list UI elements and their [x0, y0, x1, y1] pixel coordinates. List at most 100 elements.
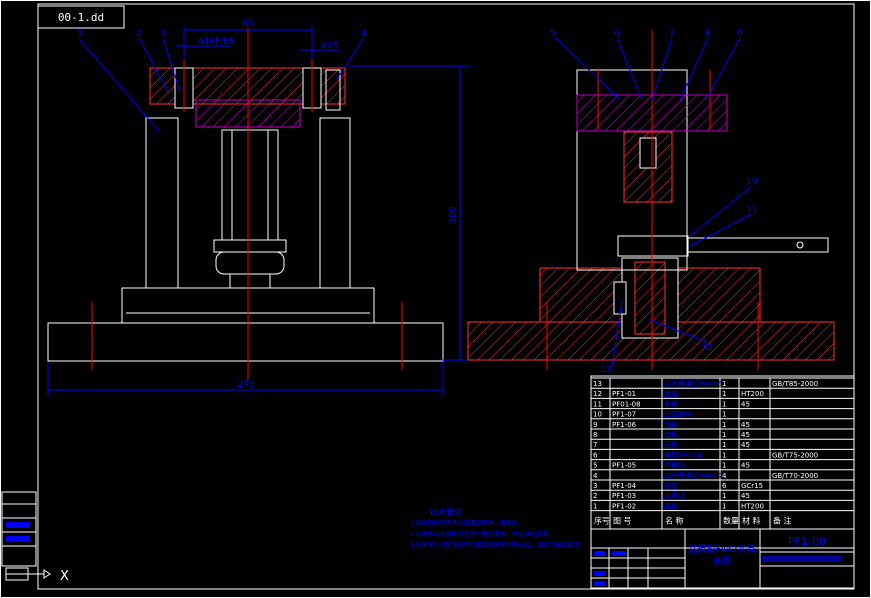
- dim-height: 300: [449, 206, 459, 223]
- bom-cell-name: 压板: [664, 440, 678, 449]
- balloon-13: 13: [600, 365, 611, 375]
- bom-cell-no: 3: [593, 482, 597, 490]
- balloon-6: 6: [614, 29, 620, 39]
- bom-header-no: 序号: [594, 516, 610, 526]
- bom-header-material: 材 料: [742, 516, 761, 526]
- bom-header-name: 名 称: [665, 516, 684, 526]
- balloon-10: 10: [746, 177, 758, 187]
- spindle: [221, 129, 279, 241]
- tech-notes-heading: 技术要求: [430, 507, 462, 517]
- bom-cell-code: PF1-05: [612, 462, 636, 470]
- dim-base-width: 270: [237, 380, 254, 390]
- bom-cell-material: 45: [741, 492, 750, 500]
- bom-cell-code: PF01-08: [612, 400, 641, 408]
- bom-cell-qty: 1: [722, 421, 726, 429]
- handle: [687, 237, 829, 253]
- bom-cell-name: 压紧螺母: [664, 410, 692, 419]
- bom-cell-code: PF1-03: [612, 492, 636, 500]
- bom-cell-qty: 1: [722, 502, 726, 510]
- bom-cell-qty: 6: [722, 482, 727, 490]
- balloon-5: 5: [550, 29, 556, 39]
- bom-cell-material: 45: [741, 441, 750, 449]
- bom-cell-material: 45: [741, 421, 750, 429]
- bom-cell-material: 45: [741, 462, 750, 470]
- bom-cell-qty: 1: [722, 411, 726, 419]
- right-column: [319, 117, 351, 289]
- tech-note-1: 1 装配前所有零件均需清洗干净，去毛刺。: [410, 519, 524, 527]
- balloon-8: 8: [705, 29, 711, 39]
- balloon-3: 3: [160, 29, 166, 39]
- balloon-7: 7: [669, 29, 675, 39]
- bom-cell-qty: 1: [722, 390, 726, 398]
- bom-header-note: 备 注: [773, 516, 792, 526]
- side-view-section: [467, 30, 835, 370]
- bom-cell-no: 1: [593, 502, 597, 510]
- bom-cell-name: 内六角螺钉M6x22: [664, 471, 723, 480]
- bom-cell-note: GB/T85-2000: [772, 380, 818, 388]
- bom-cell-name: 底座: [664, 389, 678, 398]
- bom-cell-qty: 1: [722, 451, 726, 459]
- balloon-12: 12: [701, 343, 712, 353]
- balloon-2: 2: [136, 29, 142, 39]
- bom-cell-no: 12: [593, 390, 602, 398]
- balloon-11: 11: [746, 205, 757, 215]
- bom-cell-no: 7: [593, 441, 597, 449]
- bom-cell-qty: 1: [722, 462, 726, 470]
- balloon-9: 9: [737, 29, 743, 39]
- cad-drawing-canvas[interactable]: { "title_tab": "00-1.dd", "dims": { "top…: [0, 0, 871, 598]
- bom-cell-qty: 4: [722, 472, 727, 480]
- bom-cell-qty: 1: [722, 380, 726, 388]
- tech-note-2: 2 钻模板与底座配合处涂少量润滑油，保证活动灵活。: [410, 530, 554, 538]
- bom-cell-qty: 1: [722, 400, 726, 408]
- front-view: [47, 26, 470, 395]
- bom-cell-name: 手柄: [664, 399, 678, 408]
- bom-cell-material: 45: [741, 431, 750, 439]
- bom-cell-code: PF1-06: [612, 421, 637, 429]
- bom-header-code: 图 号: [613, 517, 632, 526]
- bom-cell-qty: 1: [722, 441, 726, 449]
- title-tab-text: 00-1.dd: [58, 11, 104, 24]
- bom-cell-no: 8: [593, 431, 597, 439]
- tech-note-3: 3 钻套中心与定位销中心距离误差不大于0.02，保证同轴度要求。: [410, 541, 585, 549]
- ucs-icon: [5, 567, 51, 581]
- drawing-number: PF1-00: [788, 535, 826, 548]
- dim-small-dia: ø20: [322, 41, 339, 51]
- bom-cell-code: PF1-02: [612, 502, 636, 510]
- bom-cell-material: GCr15: [741, 482, 763, 490]
- bom-cell-no: 13: [593, 380, 602, 388]
- drawing-subtitle: 总图: [713, 555, 731, 567]
- dim-bore: ø16F/k6: [198, 37, 234, 47]
- ucs-x-label: X: [60, 569, 69, 584]
- bom-cell-code: PF1-01: [612, 390, 636, 398]
- bom-cell-name: 垫板: [664, 430, 678, 439]
- bom-cell-code: PF1-04: [612, 482, 637, 490]
- bom-cell-note: GB/T75-2000: [772, 451, 818, 459]
- bom-cell-no: 11: [593, 400, 602, 408]
- bom-cell-material: HT200: [741, 390, 764, 398]
- bom-cell-name: 钻模板: [664, 461, 685, 470]
- bom-cell-name: 底板: [664, 501, 678, 510]
- bom-cell-qty: 1: [722, 492, 726, 500]
- bom-cell-no: 9: [593, 421, 597, 429]
- balloon-1: 1: [77, 29, 83, 39]
- bom-cell-name: 钻套: [664, 481, 678, 490]
- bom-cell-no: 6: [593, 451, 598, 459]
- bom-cell-name: 支承柱: [664, 491, 685, 500]
- assembly-drawing: 00-1.dd 65 ø16F/k6 ø20 300 270 1 2 3 4 5…: [0, 0, 871, 598]
- bom-cell-name: 销轴: [664, 420, 678, 429]
- bom-header-qty: 数量: [723, 516, 739, 526]
- drawing-title: 钻模板Fx42夹具: [689, 543, 756, 555]
- bom-cell-code: PF1-07: [612, 411, 636, 419]
- bom-cell-material: HT200: [741, 502, 764, 510]
- bom-cell-no: 4: [593, 472, 598, 480]
- dim-top-width: 65: [242, 19, 253, 29]
- balloon-4: 4: [361, 29, 367, 39]
- left-side-block: [1, 491, 37, 567]
- bom-cell-name: 内六角螺钉M6x16: [664, 379, 723, 388]
- bom-cell-no: 2: [593, 492, 597, 500]
- bom-cell-qty: 1: [722, 431, 726, 439]
- bom-cell-no: 10: [593, 411, 602, 419]
- bom-cell-no: 5: [593, 462, 597, 470]
- base-plate: [47, 322, 444, 362]
- bom-cell-name: 螺钉M6x16: [664, 450, 702, 459]
